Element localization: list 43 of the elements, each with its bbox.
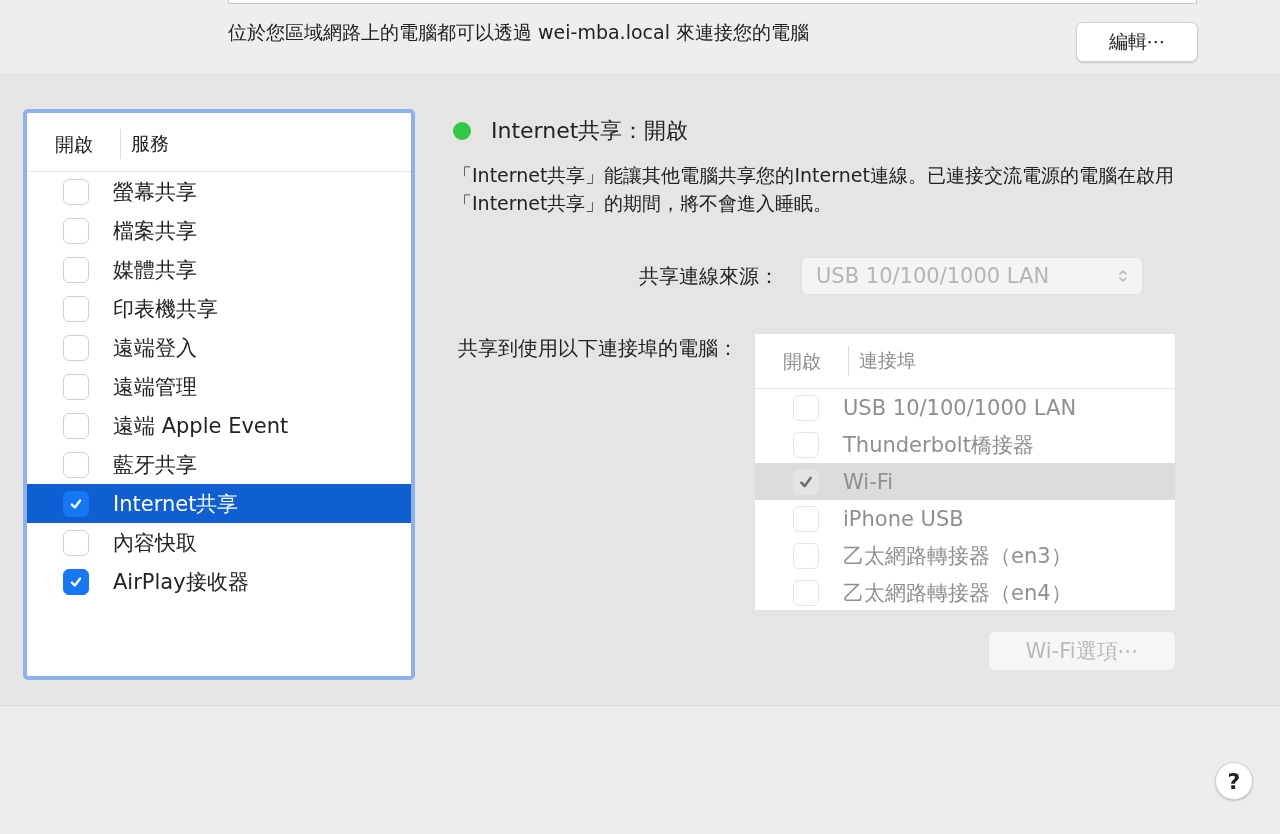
service-name: AirPlay接收器: [113, 568, 249, 596]
service-row[interactable]: 螢幕共享: [27, 172, 411, 211]
service-name: 螢幕共享: [113, 178, 197, 206]
service-name: 媒體共享: [113, 256, 197, 284]
column-header[interactable]: 開啟: [27, 129, 121, 159]
column-header[interactable]: 服務: [121, 131, 169, 157]
ports-label: 共享到使用以下連接埠的電腦：: [458, 335, 738, 362]
service-name: 遠端管理: [113, 373, 197, 401]
service-row[interactable]: 藍牙共享: [27, 445, 411, 484]
port-name: USB 10/100/1000 LAN: [843, 395, 1077, 420]
port-name: Wi-Fi: [843, 469, 894, 494]
service-row[interactable]: 媒體共享: [27, 250, 411, 289]
name-field[interactable]: [228, 0, 1197, 4]
chevron-updown-icon: [1118, 268, 1128, 284]
help-button[interactable]: ?: [1215, 762, 1253, 800]
hostname-note: 位於您區域網路上的電腦都可以透過 wei-mba.local 來連接您的電腦: [228, 20, 810, 45]
service-row[interactable]: AirPlay接收器: [27, 562, 411, 601]
port-name: iPhone USB: [843, 506, 964, 531]
service-row[interactable]: 印表機共享: [27, 289, 411, 328]
source-label: 共享連線來源：: [639, 262, 779, 290]
checkbox[interactable]: [63, 490, 89, 517]
service-name: 內容快取: [113, 529, 197, 557]
service-name: 遠端登入: [113, 334, 197, 362]
checkmark-icon: [69, 574, 83, 589]
status-title: Internet共享：開啟: [491, 117, 689, 145]
checkmark-icon: [69, 496, 83, 511]
port-name: 乙太網路轉接器（en4）: [843, 579, 1072, 607]
service-row[interactable]: 遠端管理: [27, 367, 411, 406]
service-name: Internet共享: [113, 490, 239, 518]
service-row[interactable]: 內容快取: [27, 523, 411, 562]
service-name: 遠端 Apple Event: [113, 412, 289, 440]
description-text: 「Internet共享」能讓其他電腦共享您的Internet連線。已連接交流電源的電腦在啟用「Internet共享」的期間，將不會進入睡眠。: [453, 163, 1175, 216]
service-row[interactable]: 遠端登入: [27, 328, 411, 367]
service-row[interactable]: Internet共享: [27, 484, 411, 523]
service-name: 印表機共享: [113, 295, 218, 323]
service-name: 藍牙共享: [113, 451, 197, 479]
service-row[interactable]: 遠端 Apple Event: [27, 406, 411, 445]
service-row[interactable]: 檔案共享: [27, 211, 411, 250]
edit-button[interactable]: 編輯⋯: [1076, 22, 1198, 62]
port-name: 乙太網路轉接器（en3）: [843, 542, 1072, 570]
service-name: 檔案共享: [113, 217, 197, 245]
port-name: Thunderbolt橋接器: [843, 431, 1034, 459]
checkbox[interactable]: [63, 568, 89, 595]
